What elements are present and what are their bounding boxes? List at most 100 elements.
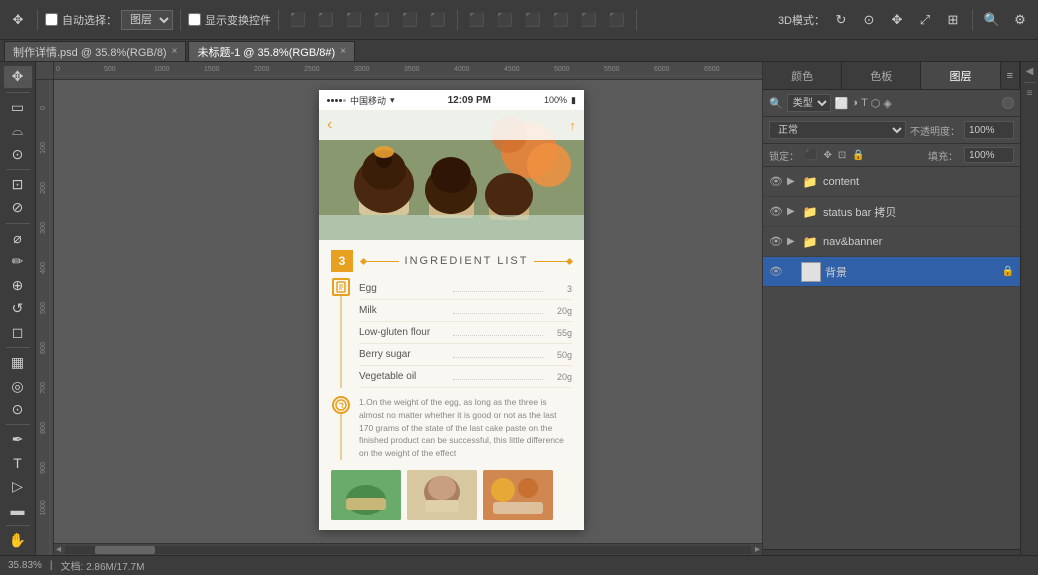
tab-file2[interactable]: 未标题-1 @ 35.8%(RGB/8#) × xyxy=(188,41,355,61)
filter-adj-icon[interactable]: ◑ xyxy=(851,97,858,109)
tool-separator-2 xyxy=(6,169,30,170)
h-scroll-track[interactable] xyxy=(65,546,751,554)
filter-smart-icon[interactable]: ◈ xyxy=(883,97,891,110)
tab-file2-close[interactable]: × xyxy=(340,46,346,57)
blur-tool[interactable]: ◎ xyxy=(4,375,32,397)
shape-tool[interactable]: ▬ xyxy=(4,500,32,522)
svg-text:6500: 6500 xyxy=(704,66,720,73)
pen-tool[interactable]: ✒ xyxy=(4,429,32,451)
brush-tool[interactable]: ✏ xyxy=(4,251,32,273)
ruler-top: 0 500 1000 1500 2000 2500 3000 3500 4000… xyxy=(54,62,762,80)
layer-eye-statusbar[interactable]: 👁 xyxy=(769,205,783,218)
fill-input[interactable]: 100% xyxy=(964,147,1014,163)
dodge-tool[interactable]: ⊙ xyxy=(4,399,32,421)
eyedropper-tool[interactable]: ⊘ xyxy=(4,197,32,219)
lock-position-icon[interactable]: ✥ xyxy=(823,150,831,161)
lock-pixels-icon[interactable]: ⬛ xyxy=(805,150,817,161)
nav-back-button[interactable]: ‹ xyxy=(327,116,332,134)
nav-share-button[interactable]: ↑ xyxy=(570,118,577,133)
history-brush-tool[interactable]: ↺ xyxy=(4,298,32,320)
3d-roll-icon[interactable]: ⊙ xyxy=(857,8,881,32)
canvas-area[interactable]: 0 500 1000 1500 2000 2500 3000 3500 4000… xyxy=(36,62,762,575)
align-bottom-icon[interactable]: ⬛ xyxy=(426,8,450,32)
layer-item-content[interactable]: 👁 ▶ 📁 content xyxy=(763,167,1020,197)
lock-artboard-icon[interactable]: ⊡ xyxy=(838,150,846,161)
lock-all-icon[interactable]: 🔒 xyxy=(852,150,864,161)
layer-list[interactable]: 👁 ▶ 📁 content 👁 ▶ 📁 status bar 拷贝 👁 ▶ 📁 … xyxy=(763,167,1020,549)
filter-shape-icon[interactable]: ⬡ xyxy=(871,97,881,110)
tab-file1-close[interactable]: × xyxy=(172,46,178,57)
layer-visibility-toggle[interactable] xyxy=(1002,97,1014,109)
eraser-tool[interactable]: ◻ xyxy=(4,321,32,343)
thumb-1[interactable] xyxy=(331,470,401,520)
layer-select[interactable]: 图层 xyxy=(121,10,173,30)
distrib-right-icon[interactable]: ⬛ xyxy=(521,8,545,32)
panel-list-icon[interactable]: ≡ xyxy=(1027,88,1033,99)
healing-tool[interactable]: ⌀ xyxy=(4,227,32,249)
move-tool-icon[interactable]: ✥ xyxy=(6,8,30,32)
horizontal-scrollbar[interactable]: ◂ ▸ xyxy=(54,543,762,555)
align-left-icon[interactable]: ⬛ xyxy=(286,8,310,32)
tab-swatches[interactable]: 色板 xyxy=(842,62,921,89)
blend-mode-select[interactable]: 正常 xyxy=(769,121,906,139)
layer-arrow-content[interactable]: ▶ xyxy=(787,176,797,187)
move-tool[interactable]: ✥ xyxy=(4,66,32,88)
phone-content: 3 INGREDIENT LIST xyxy=(319,240,584,530)
settings-icon[interactable]: ⚙ xyxy=(1008,8,1032,32)
layer-folder-statusbar-icon: 📁 xyxy=(801,205,819,219)
tab-color[interactable]: 颜色 xyxy=(763,62,842,89)
marquee-tool[interactable]: ▭ xyxy=(4,96,32,118)
instruction-text: 1.On the weight of the egg, as long as t… xyxy=(359,396,572,460)
ingredient-row-egg: Egg 3 xyxy=(359,278,572,300)
transform-checkbox[interactable] xyxy=(188,13,201,26)
layer-arrow-statusbar[interactable]: ▶ xyxy=(787,206,797,217)
layer-item-navbanner[interactable]: 👁 ▶ 📁 nav&banner xyxy=(763,227,1020,257)
status-time: 12:09 PM xyxy=(399,95,540,106)
tab-layers[interactable]: 图层 xyxy=(921,62,1000,89)
layer-mode-bar: 正常 不透明度： 100% xyxy=(763,117,1020,144)
distrib-bottom-icon[interactable]: ⬛ xyxy=(605,8,629,32)
layer-eye-content[interactable]: 👁 xyxy=(769,175,783,188)
gradient-tool[interactable]: ▦ xyxy=(4,352,32,374)
thumb-3[interactable] xyxy=(483,470,553,520)
distrib-middle-icon[interactable]: ⬛ xyxy=(577,8,601,32)
layer-arrow-navbanner[interactable]: ▶ xyxy=(787,236,797,247)
3d-scale-icon[interactable]: ⊞ xyxy=(941,8,965,32)
3d-pan-icon[interactable]: ✥ xyxy=(885,8,909,32)
filter-type-select[interactable]: 类型 xyxy=(787,94,831,112)
path-tool[interactable]: ▷ xyxy=(4,476,32,498)
layer-item-statusbar[interactable]: 👁 ▶ 📁 status bar 拷贝 xyxy=(763,197,1020,227)
tab-file1[interactable]: 制作详情.psd @ 35.8%(RGB/8) × xyxy=(4,41,186,61)
3d-slide-icon[interactable]: ⤢ xyxy=(913,8,937,32)
ingredient-row-sugar: Berry sugar 50g xyxy=(359,344,572,366)
align-top-icon[interactable]: ⬛ xyxy=(370,8,394,32)
h-scroll-thumb[interactable] xyxy=(95,546,155,554)
align-right-icon[interactable]: ⬛ xyxy=(342,8,366,32)
filter-pixel-icon[interactable]: ⬜ xyxy=(835,97,849,110)
distrib-top-icon[interactable]: ⬛ xyxy=(549,8,573,32)
align-center-icon[interactable]: ⬛ xyxy=(314,8,338,32)
h-scroll-right-arrow[interactable]: ▸ xyxy=(753,544,762,555)
3d-rotate-icon[interactable]: ↻ xyxy=(829,8,853,32)
ingredient-name-milk: Milk xyxy=(359,305,449,316)
crop-tool[interactable]: ⊡ xyxy=(4,174,32,196)
layer-item-background[interactable]: 👁 背景 🔒 xyxy=(763,257,1020,287)
distrib-center-icon[interactable]: ⬛ xyxy=(493,8,517,32)
lasso-tool[interactable]: ⌓ xyxy=(4,120,32,142)
panel-menu-icon[interactable]: ≡ xyxy=(1001,62,1020,89)
thumb-2[interactable] xyxy=(407,470,477,520)
search-icon[interactable]: 🔍 xyxy=(980,8,1004,32)
layer-eye-navbanner[interactable]: 👁 xyxy=(769,235,783,248)
hand-tool[interactable]: ✋ xyxy=(4,530,32,552)
text-tool[interactable]: T xyxy=(4,453,32,475)
collapse-panel-icon[interactable]: ◀ xyxy=(1026,66,1034,77)
quick-select-tool[interactable]: ⊙ xyxy=(4,143,32,165)
opacity-input[interactable]: 100% xyxy=(964,121,1014,139)
clone-tool[interactable]: ⊕ xyxy=(4,274,32,296)
filter-text-icon[interactable]: T xyxy=(861,97,868,109)
h-scroll-left-arrow[interactable]: ◂ xyxy=(54,544,63,555)
layer-eye-background[interactable]: 👁 xyxy=(769,265,783,278)
distrib-left-icon[interactable]: ⬛ xyxy=(465,8,489,32)
auto-select-checkbox[interactable] xyxy=(45,13,58,26)
align-middle-icon[interactable]: ⬛ xyxy=(398,8,422,32)
